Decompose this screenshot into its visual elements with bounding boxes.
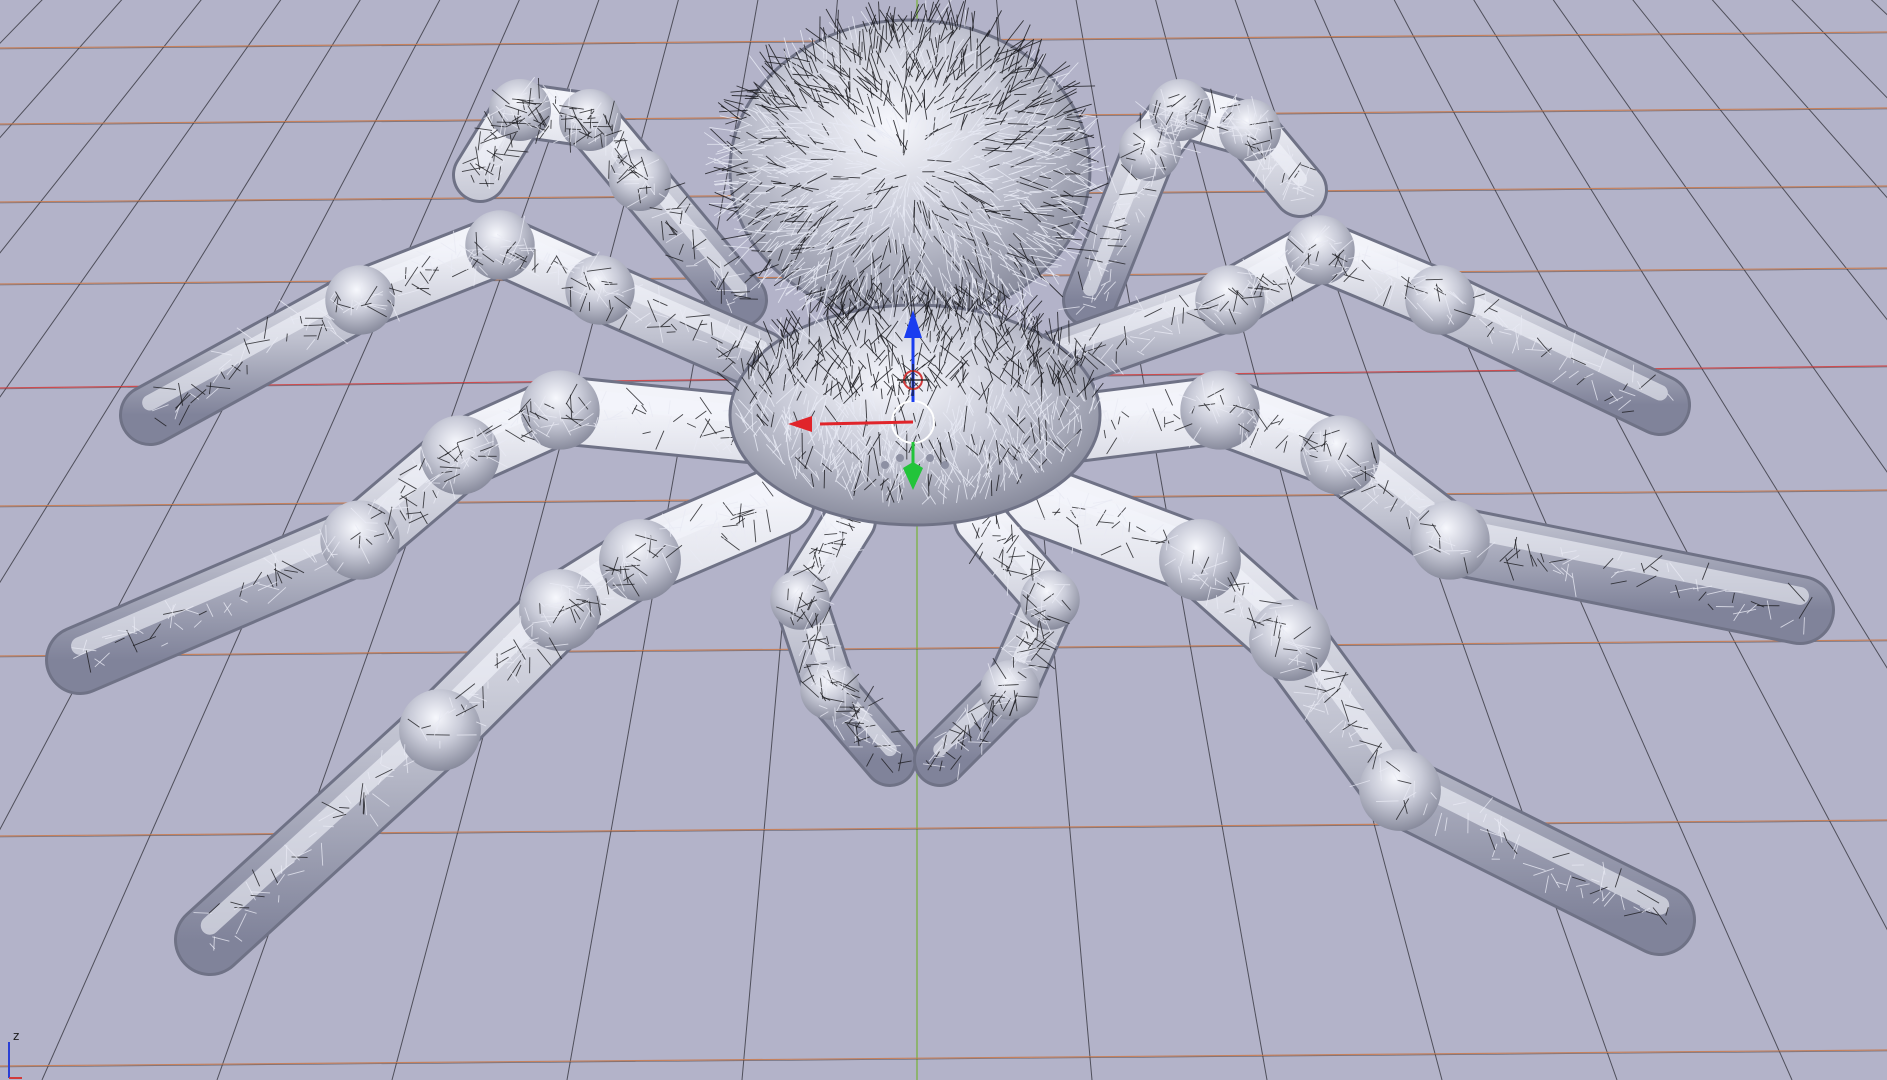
- abdomen-hair: [1063, 85, 1096, 88]
- spider-cephalothorax: [716, 274, 1104, 527]
- viewport-scene[interactable]: z: [0, 0, 1887, 1080]
- hair-strand: [561, 586, 563, 594]
- hair-strand: [468, 701, 480, 704]
- cephalothorax-hair: [1040, 452, 1043, 471]
- spider-leg: [913, 493, 1080, 787]
- spider-eye: [881, 461, 889, 469]
- hair-strand: [666, 331, 676, 333]
- hair-strand: [569, 287, 572, 307]
- hair-strand: [539, 602, 541, 614]
- grid-line-horizontal: [0, 1049, 1887, 1067]
- spider-eye: [896, 454, 904, 462]
- abdomen-hair: [1013, 40, 1042, 53]
- abdomen-hair: [929, 3, 941, 23]
- leg-joint: [1405, 265, 1475, 335]
- abdomen-hair: [752, 154, 764, 156]
- leg-joint: [980, 660, 1040, 720]
- spider-leg: [1025, 370, 1835, 645]
- abdomen-hair: [748, 192, 767, 195]
- leg-segment: [1032, 222, 1688, 433]
- leg-joint: [1249, 599, 1331, 681]
- abdomen-hair: [1019, 284, 1034, 298]
- hair-strand: [1413, 780, 1415, 798]
- axis-orientation-icon: z: [8, 1029, 22, 1079]
- hair-strand: [133, 616, 136, 633]
- leg-joint: [565, 255, 635, 325]
- grid-line-horizontal-shadow: [0, 1050, 1887, 1068]
- hair-strand: [865, 728, 868, 742]
- 3d-viewport[interactable]: z: [0, 0, 1887, 1080]
- spider-leg: [770, 493, 917, 787]
- leg-joint: [1300, 415, 1380, 495]
- abdomen-hair: [761, 129, 783, 132]
- hair-strand: [686, 265, 698, 267]
- leg-joint: [1195, 265, 1265, 335]
- hair-strand: [608, 160, 610, 179]
- gizmo-x-axis[interactable]: [819, 420, 914, 426]
- spider-eye: [926, 454, 934, 462]
- leg-joint: [399, 689, 481, 771]
- leg-joint: [519, 569, 601, 651]
- leg-joint: [1359, 749, 1441, 831]
- abdomen-hair: [715, 149, 732, 155]
- leg-joint: [599, 519, 681, 601]
- abdomen-hair: [955, 1, 965, 24]
- spider-mesh-icon[interactable]: [45, 0, 1835, 976]
- abdomen-hair: [805, 28, 825, 43]
- axis-z-label: z: [13, 1029, 19, 1043]
- cephalothorax-hair: [914, 279, 917, 294]
- cephalothorax-hair: [940, 442, 942, 467]
- spider-eye: [941, 461, 949, 469]
- cephalothorax-hair: [778, 317, 782, 335]
- hair-strand: [622, 565, 624, 579]
- abdomen-hair: [960, 51, 963, 74]
- cephalothorax-hair: [1023, 319, 1026, 332]
- abdomen-hair: [830, 272, 832, 285]
- cephalothorax-hair: [1019, 306, 1021, 325]
- hair-strand: [404, 267, 407, 279]
- hair-strand: [668, 233, 678, 236]
- abdomen-hair: [1048, 268, 1060, 285]
- abdomen-hair: [713, 179, 731, 182]
- hair-strand: [473, 257, 482, 259]
